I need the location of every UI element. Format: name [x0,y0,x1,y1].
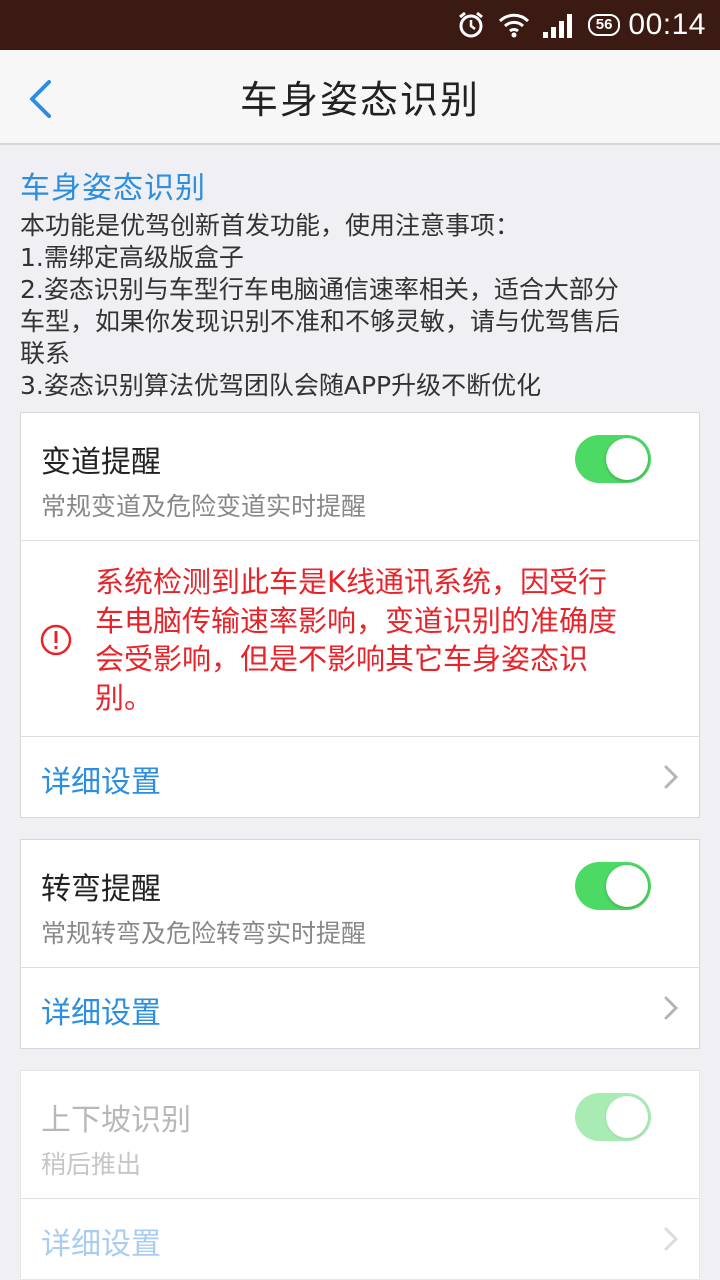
alert-circle-icon [39,623,73,661]
turn-toggle-row: 转弯提醒 常规转弯及危险转弯实时提醒 [21,840,699,968]
detail-settings-link[interactable]: 详细设置 [41,757,161,801]
warning-line: 会受影响，但是不影响其它车身姿态识 [95,642,589,676]
chevron-right-icon [664,1227,679,1251]
page-title: 车身姿态识别 [239,78,480,122]
chevron-right-icon [664,996,679,1020]
intro-line: 车型，如果你发现识别不准和不够灵敏，请与优驾售后 [20,307,621,336]
intro-line: 2.姿态识别与车型行车电脑通信速率相关，适合大部分 [20,275,619,304]
intro-title: 车身姿态识别 [20,171,206,206]
nav-bar: 车身姿态识别 [0,50,720,145]
detail-settings-link[interactable]: 详细设置 [41,988,161,1032]
slope-title: 上下坡识别 [41,1103,191,1138]
turn-title: 转弯提醒 [41,872,161,907]
slope-switch [575,1093,651,1141]
slope-toggle-row: 上下坡识别 稍后推出 [21,1071,699,1199]
lane-change-detail-row[interactable]: 详细设置 [21,737,699,817]
lane-change-card: 变道提醒 常规变道及危险变道实时提醒 系统检测到此车是K线通讯系统，因受行 车电… [20,412,700,818]
turn-subtitle: 常规转弯及危险转弯实时提醒 [41,919,367,948]
slope-subtitle: 稍后推出 [41,1150,142,1179]
intro-line: 1.需绑定高级版盒子 [20,243,244,272]
lane-change-title: 变道提醒 [41,445,161,480]
wifi-icon [498,12,530,38]
lane-change-subtitle: 常规变道及危险变道实时提醒 [41,492,367,521]
warning-text: 系统检测到此车是K线通讯系统，因受行 车电脑传输速率影响，变道识别的准确度 会受… [95,563,685,717]
turn-card: 转弯提醒 常规转弯及危险转弯实时提醒 详细设置 [20,839,700,1049]
back-button[interactable] [20,77,60,121]
warning-line: 系统检测到此车是K线通讯系统，因受行 [95,565,608,599]
lane-change-toggle-row: 变道提醒 常规变道及危险变道实时提醒 [21,413,699,541]
signal-icon [542,12,576,38]
lane-change-switch[interactable] [575,435,651,483]
lane-change-warning: 系统检测到此车是K线通讯系统，因受行 车电脑传输速率影响，变道识别的准确度 会受… [21,541,699,737]
network-badge: 56 [587,14,621,36]
intro-section: 车身姿态识别 本功能是优驾创新首发功能，使用注意事项： 1.需绑定高级版盒子 2… [20,168,710,402]
chevron-right-icon [664,765,679,789]
intro-line: 联系 [20,339,71,368]
turn-detail-row[interactable]: 详细设置 [21,968,699,1048]
switch-knob [606,438,648,480]
status-bar: 56 00:14 [0,0,720,50]
switch-knob [606,1096,648,1138]
slope-card: 上下坡识别 稍后推出 详细设置 [20,1070,700,1280]
turn-switch[interactable] [575,862,651,910]
chevron-left-icon [30,80,51,118]
intro-line: 3.姿态识别算法优驾团队会随APP升级不断优化 [20,371,542,400]
switch-knob [606,865,648,907]
intro-line: 本功能是优驾创新首发功能，使用注意事项： [20,211,521,240]
slope-detail-row: 详细设置 [21,1199,699,1279]
detail-settings-link: 详细设置 [41,1227,161,1262]
warning-line: 车电脑传输速率影响，变道识别的准确度 [95,603,618,638]
warning-line: 别。 [95,680,154,715]
alarm-icon [456,10,486,40]
status-time: 00:14 [628,8,706,41]
